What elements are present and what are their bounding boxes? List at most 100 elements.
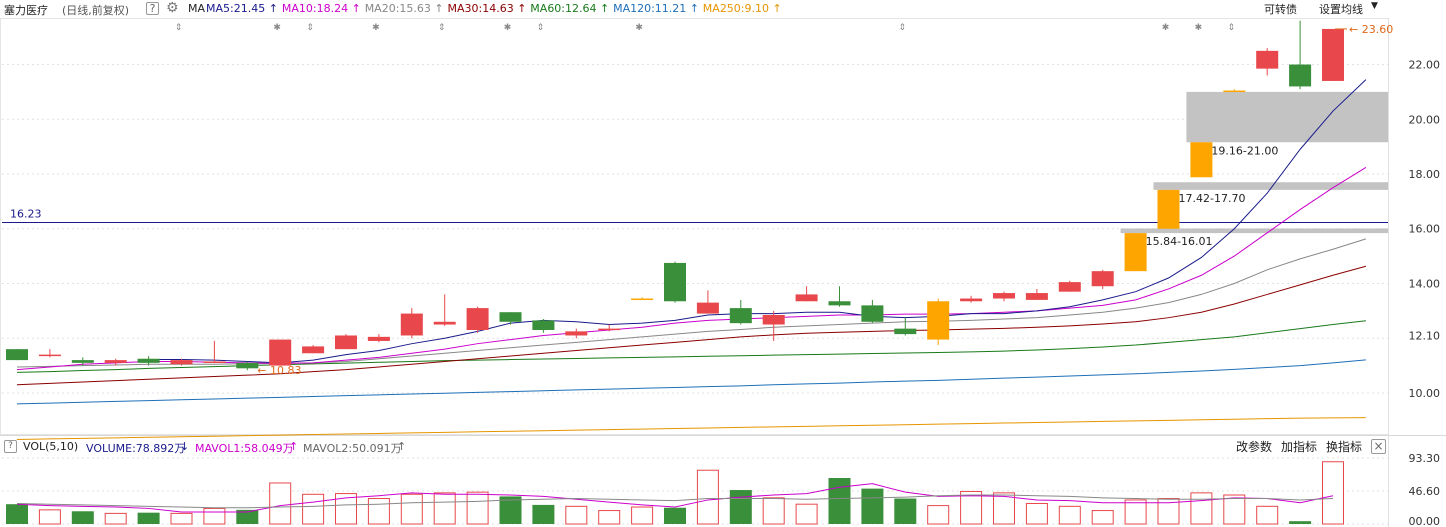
candle-body bbox=[762, 314, 785, 325]
candle-body bbox=[367, 336, 390, 341]
convertible-bond-button[interactable]: 可转债 bbox=[1264, 1, 1297, 17]
candle-body bbox=[302, 346, 325, 354]
volume-bar bbox=[400, 493, 423, 525]
candle-body bbox=[795, 294, 818, 302]
ma-legend-item: MA60:12.64 ↑ bbox=[530, 2, 610, 15]
event-marker: ⇕ bbox=[438, 23, 446, 33]
volume-bar bbox=[664, 507, 686, 524]
event-marker: ✱ bbox=[1162, 23, 1170, 33]
volume-tick-label: 46.60 bbox=[1409, 485, 1441, 498]
candle-body bbox=[993, 293, 1015, 299]
candle-body bbox=[696, 302, 719, 314]
candle-body bbox=[71, 360, 94, 363]
help-icon[interactable]: ? bbox=[146, 2, 159, 15]
volume-bar bbox=[1091, 510, 1114, 525]
candle-body bbox=[137, 358, 160, 363]
candle-body bbox=[631, 298, 654, 301]
reference-line-label: 16.23 bbox=[10, 207, 42, 220]
candle-body bbox=[236, 362, 259, 369]
close-icon[interactable]: × bbox=[1371, 439, 1386, 454]
volume-bar bbox=[1223, 494, 1246, 525]
volume-header: ? VOL(5,10) VOLUME:78.892万 ↓ MAVOL1:58.0… bbox=[0, 436, 1446, 456]
mavol1-arrow: ↑ bbox=[289, 440, 299, 453]
volume-bar bbox=[302, 493, 325, 525]
ma-label: MA bbox=[188, 2, 206, 15]
ma-legend-item: MA20:15.63 ↑ bbox=[364, 2, 444, 15]
price-tick-label: 14.00 bbox=[1409, 277, 1441, 290]
volume-bar bbox=[565, 505, 588, 525]
candle-body bbox=[1223, 90, 1246, 93]
candle-body bbox=[1124, 233, 1147, 272]
volume-bar bbox=[466, 491, 489, 525]
candle-body bbox=[1256, 50, 1279, 69]
volume-bar bbox=[1289, 521, 1312, 524]
volume-bar bbox=[137, 512, 160, 524]
volume-bar bbox=[532, 504, 555, 524]
gear-icon[interactable]: ⚙ bbox=[166, 0, 179, 16]
candle-body bbox=[466, 308, 489, 330]
event-marker: ⇕ bbox=[537, 23, 545, 33]
set-ma-button[interactable]: 设置均线 bbox=[1319, 1, 1363, 17]
candle-body bbox=[729, 308, 752, 324]
volume-bar bbox=[927, 505, 950, 525]
event-marker: ✱ bbox=[504, 23, 512, 33]
candle-body bbox=[499, 312, 522, 322]
volume-bar bbox=[1256, 505, 1279, 525]
volume-bar bbox=[696, 469, 719, 525]
candle-body bbox=[203, 361, 226, 363]
high-annotation-label: ← 23.60 bbox=[1349, 23, 1393, 36]
vol-help-icon[interactable]: ? bbox=[4, 440, 17, 453]
zone-label: 17.42-17.70 bbox=[1179, 192, 1246, 205]
candle-body bbox=[1190, 142, 1213, 178]
price-tick-label: 10.00 bbox=[1409, 387, 1441, 400]
add-indicator-button[interactable]: 加指标 bbox=[1281, 438, 1317, 455]
vol-label: VOL(5,10) bbox=[23, 440, 79, 453]
candle-body bbox=[828, 301, 851, 306]
volume-bar bbox=[433, 492, 456, 525]
event-marker: ✱ bbox=[1195, 23, 1203, 33]
candle-body bbox=[861, 305, 884, 322]
volume-bar bbox=[894, 498, 917, 524]
volume-bar bbox=[1190, 492, 1213, 525]
change-params-button[interactable]: 改参数 bbox=[1236, 438, 1272, 455]
volume-bar bbox=[71, 511, 94, 524]
volume-bar bbox=[631, 506, 654, 525]
stock-name: 塞力医疗 bbox=[4, 4, 48, 17]
candle-body bbox=[1322, 28, 1344, 81]
ma20-line bbox=[16, 238, 1367, 368]
candle-body bbox=[1157, 189, 1180, 229]
event-marker: ✱ bbox=[635, 23, 643, 33]
price-tick-label: 20.00 bbox=[1409, 113, 1441, 126]
volume-bar bbox=[104, 512, 127, 525]
volume-bar bbox=[269, 482, 292, 525]
volume-bar bbox=[38, 509, 61, 525]
candle-body bbox=[269, 339, 292, 366]
volume-value: VOLUME:78.892万 bbox=[86, 442, 186, 455]
period-label: (日线,前复权) bbox=[62, 4, 130, 17]
price-zone bbox=[1186, 91, 1388, 143]
ma-legend-item: MA30:14.63 ↑ bbox=[447, 2, 527, 15]
volume-bar bbox=[729, 490, 752, 524]
candle-body bbox=[170, 360, 193, 365]
price-tick-label: 16.00 bbox=[1409, 223, 1441, 236]
ma-legend-item: MA10:18.24 ↑ bbox=[281, 2, 361, 15]
candle-body bbox=[104, 360, 127, 363]
price-tick-label: 12.10 bbox=[1409, 329, 1441, 342]
volume-bar bbox=[203, 507, 226, 525]
price-tick-label: 18.00 bbox=[1409, 168, 1441, 181]
volume-bar bbox=[6, 504, 28, 524]
ma-legend-item: MA250:9.10 ↑ bbox=[702, 2, 782, 15]
chart-header: 塞力医疗 (日线,前复权) ? ⚙ MA MA5:21.45 ↑ MA10:18.… bbox=[0, 0, 1446, 18]
event-marker: ✱ bbox=[273, 23, 281, 33]
volume-bar bbox=[1124, 499, 1147, 525]
volume-tick-label: 00.00 bbox=[1409, 515, 1441, 527]
dropdown-icon[interactable]: ▼ bbox=[1371, 1, 1378, 11]
volume-bar bbox=[828, 478, 851, 524]
zone-label: 19.16-21.00 bbox=[1211, 144, 1278, 157]
volume-bar bbox=[1058, 505, 1081, 525]
volume-bar bbox=[170, 512, 193, 525]
volume-bar bbox=[762, 497, 785, 525]
switch-indicator-button[interactable]: 换指标 bbox=[1326, 438, 1362, 455]
low-annotation-label: ← 10.83 bbox=[257, 364, 301, 377]
candle-body bbox=[6, 349, 28, 361]
